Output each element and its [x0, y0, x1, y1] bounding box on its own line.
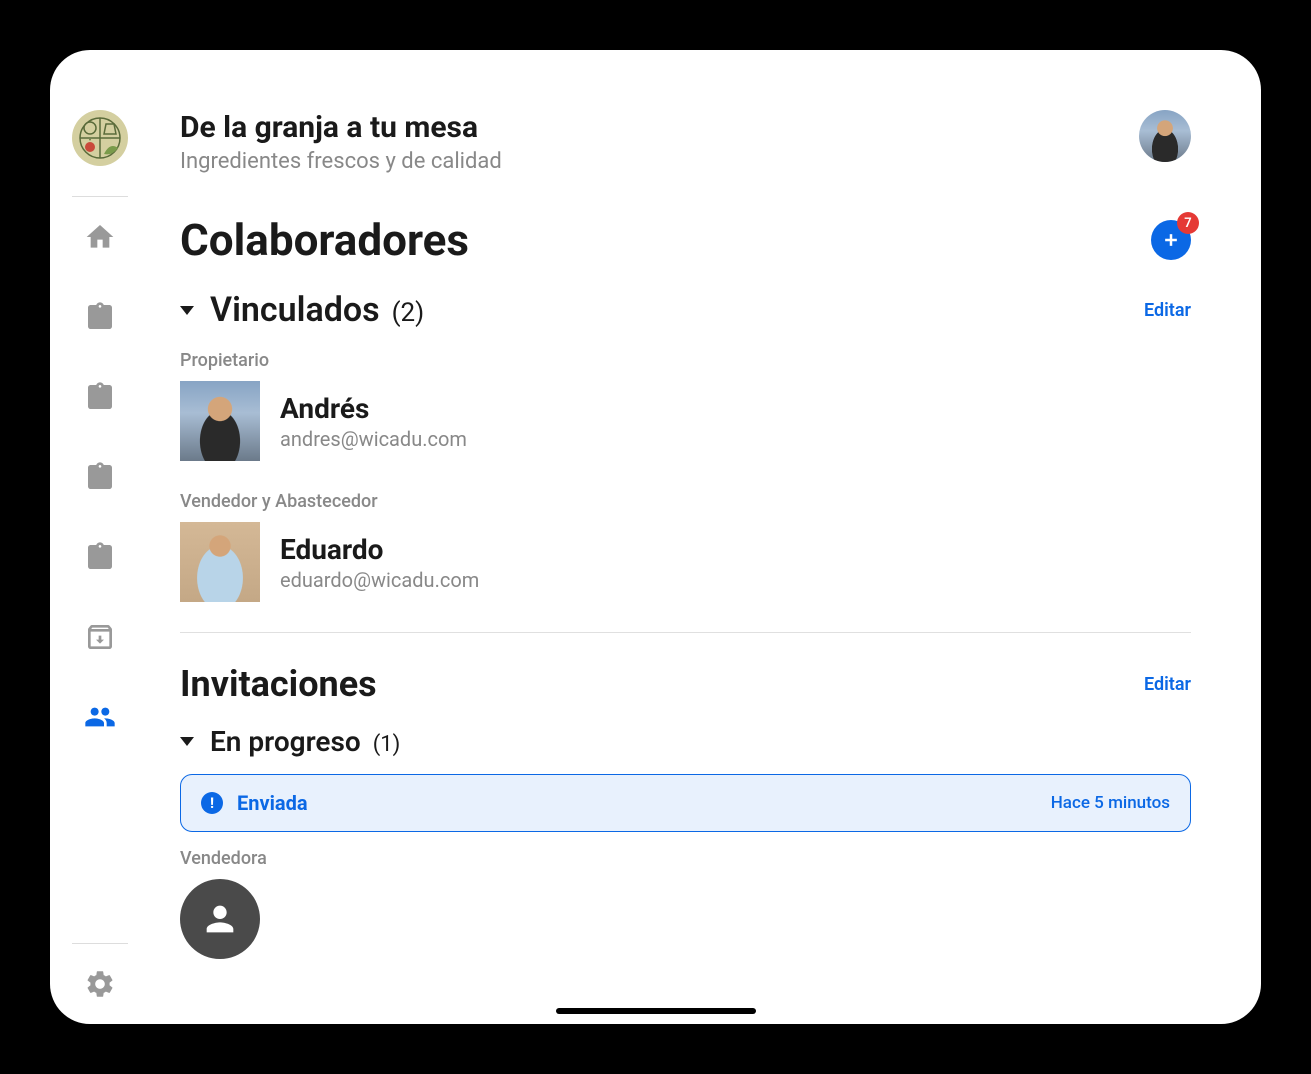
info-icon: ! [201, 792, 223, 814]
app-container: De la granja a tu mesa Ingredientes fres… [50, 50, 1261, 1024]
in-progress-header: En progreso (1) [180, 725, 1191, 758]
avatar-image [1139, 110, 1191, 162]
tablet-frame: De la granja a tu mesa Ingredientes fres… [50, 50, 1261, 1024]
collaborators-header: Colaboradores 7 [180, 214, 1191, 266]
user-info: Andrés andres@wicadu.com [280, 392, 467, 451]
home-indicator[interactable] [556, 1008, 756, 1014]
user-name: Andrés [280, 392, 467, 425]
status-text: Enviada [237, 791, 308, 815]
user-role: Vendedor y Abastecedor [180, 491, 1191, 512]
clipboard-icon [84, 301, 116, 333]
people-icon [84, 701, 116, 733]
linked-header: Vinculados (2) Editar [180, 290, 1191, 330]
user-info: Eduardo eduardo@wicadu.com [280, 533, 479, 592]
home-icon [84, 221, 116, 253]
edit-linked-button[interactable]: Editar [1144, 300, 1191, 321]
gear-icon [84, 968, 116, 1000]
store-title: De la granja a tu mesa [180, 110, 502, 145]
user-block: Propietario Andrés andres@wicadu.com [180, 350, 1191, 461]
clipboard-icon [84, 541, 116, 573]
sidebar-divider [72, 943, 128, 944]
store-logo[interactable] [72, 110, 128, 166]
linked-toggle[interactable]: Vinculados (2) [180, 290, 424, 330]
user-role: Vendedora [180, 848, 1191, 869]
sidebar-item-settings[interactable] [80, 964, 120, 1004]
sidebar-item-archive[interactable] [80, 617, 120, 657]
in-progress-label: En progreso [210, 725, 361, 758]
sidebar-divider [72, 196, 128, 197]
user-name: Eduardo [280, 533, 479, 566]
person-icon [200, 899, 240, 939]
header-row: De la granja a tu mesa Ingredientes fres… [180, 110, 1191, 174]
status-time: Hace 5 minutos [1051, 793, 1170, 813]
user-avatar-placeholder [180, 879, 260, 959]
collaborators-title: Colaboradores [180, 214, 469, 266]
user-block: Vendedora [180, 848, 1191, 959]
sidebar-item-clipboard-4[interactable] [80, 537, 120, 577]
clipboard-icon [84, 461, 116, 493]
add-collaborator-button[interactable]: 7 [1151, 220, 1191, 260]
invitations-header: Invitaciones Editar [180, 663, 1191, 705]
avatar-image [180, 522, 260, 602]
user-block: Vendedor y Abastecedor Eduardo eduardo@w… [180, 491, 1191, 602]
linked-label: Vinculados [210, 290, 380, 330]
in-progress-toggle[interactable]: En progreso (1) [180, 725, 400, 758]
sidebar-nav [80, 217, 120, 923]
user-row[interactable]: Eduardo eduardo@wicadu.com [180, 522, 1191, 602]
invitation-status-card[interactable]: ! Enviada Hace 5 minutos [180, 774, 1191, 832]
avatar-image [180, 381, 260, 461]
store-subtitle: Ingredientes frescos y de calidad [180, 149, 502, 174]
linked-count: (2) [392, 298, 425, 328]
plus-icon [1161, 230, 1181, 250]
user-avatar [180, 522, 260, 602]
sidebar-item-clipboard-3[interactable] [80, 457, 120, 497]
sidebar-item-clipboard-1[interactable] [80, 297, 120, 337]
caret-down-icon [180, 737, 194, 746]
invitations-title: Invitaciones [180, 663, 377, 705]
sidebar [50, 50, 150, 1024]
header-text: De la granja a tu mesa Ingredientes fres… [180, 110, 502, 174]
sidebar-item-clipboard-2[interactable] [80, 377, 120, 417]
section-divider [180, 632, 1191, 633]
sidebar-item-people[interactable] [80, 697, 120, 737]
user-avatar[interactable] [1139, 110, 1191, 162]
archive-icon [84, 621, 116, 653]
user-row[interactable] [180, 879, 1191, 959]
status-left: ! Enviada [201, 791, 308, 815]
user-role: Propietario [180, 350, 1191, 371]
caret-down-icon [180, 306, 194, 315]
user-avatar [180, 381, 260, 461]
in-progress-count: (1) [373, 732, 401, 757]
notification-badge: 7 [1177, 212, 1199, 234]
user-email: eduardo@wicadu.com [280, 568, 479, 592]
clipboard-icon [84, 381, 116, 413]
user-row[interactable]: Andrés andres@wicadu.com [180, 381, 1191, 461]
sidebar-item-home[interactable] [80, 217, 120, 257]
edit-invitations-button[interactable]: Editar [1144, 674, 1191, 695]
user-email: andres@wicadu.com [280, 427, 467, 451]
main-content: De la granja a tu mesa Ingredientes fres… [150, 50, 1261, 1024]
